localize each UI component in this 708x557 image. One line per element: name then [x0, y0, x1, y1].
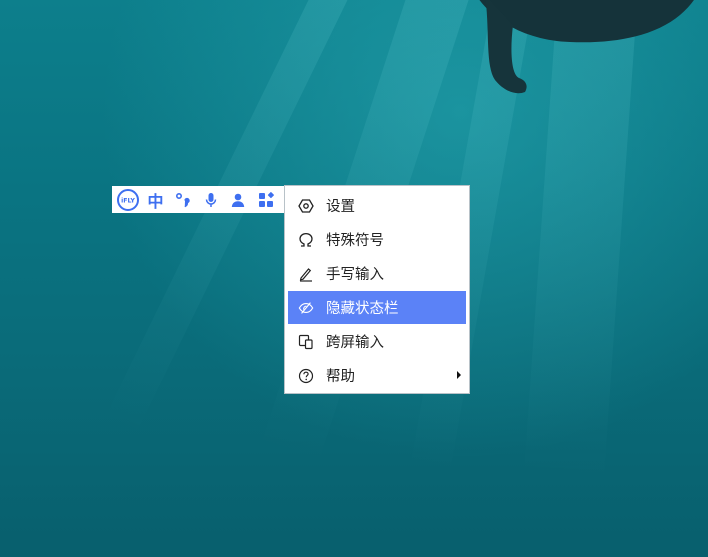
menu-item-special-symbols[interactable]: 特殊符号	[288, 223, 466, 256]
punctuation-icon	[175, 192, 190, 207]
menu-item-label: 帮助	[326, 369, 355, 385]
menu-item-label: 特殊符号	[326, 233, 384, 249]
menu-item-handwriting[interactable]: 手写输入	[288, 257, 466, 290]
microphone-icon	[205, 192, 216, 207]
swimmer-image	[479, 0, 694, 94]
ifly-logo-icon: iFLY	[117, 188, 139, 211]
user-account-button[interactable]	[226, 186, 250, 213]
punctuation-button[interactable]	[171, 186, 195, 213]
language-toggle-button[interactable]: 中	[144, 186, 168, 213]
menu-item-cross-screen-input[interactable]: 跨屏输入	[288, 325, 466, 358]
grid-apps-icon	[258, 191, 274, 207]
voice-input-button[interactable]	[199, 186, 223, 213]
omega-icon	[298, 232, 314, 248]
hide-icon	[298, 300, 314, 316]
menu-item-label: 设置	[326, 199, 355, 215]
menu-item-label: 跨屏输入	[326, 335, 384, 351]
menu-item-hide-status-bar[interactable]: 隐藏状态栏	[288, 291, 466, 324]
toolbox-button[interactable]	[254, 186, 278, 213]
pen-icon	[298, 266, 314, 282]
ifly-logo-text: iFLY	[121, 197, 135, 204]
settings-icon	[298, 198, 314, 214]
help-icon	[298, 368, 314, 384]
menu-item-settings[interactable]: 设置	[288, 189, 466, 222]
desktop-background: iFLY 中 设置 特殊符号 手写输入 隐藏状态栏 跨屏输入 帮助	[0, 0, 708, 557]
menu-item-label: 隐藏状态栏	[326, 301, 399, 317]
menu-item-help[interactable]: 帮助	[288, 359, 466, 392]
ifly-logo-button[interactable]: iFLY	[116, 186, 140, 213]
ime-toolbar: iFLY 中	[112, 186, 284, 213]
language-label: 中	[147, 191, 164, 211]
menu-item-label: 手写输入	[326, 267, 384, 283]
submenu-arrow-icon	[457, 371, 461, 379]
user-icon	[231, 193, 245, 207]
ime-context-menu: 设置 特殊符号 手写输入 隐藏状态栏 跨屏输入 帮助	[284, 185, 470, 394]
cross-screen-icon	[298, 334, 314, 350]
